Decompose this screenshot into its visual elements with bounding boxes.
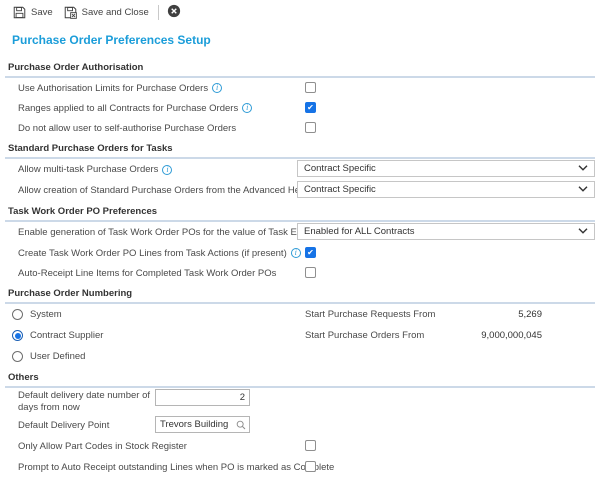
authorisation-limits-checkbox[interactable]: [305, 82, 316, 93]
start-purchase-orders-field: Start Purchase Orders From 9,000,000,045: [305, 330, 542, 341]
ranges-all-contracts-checkbox[interactable]: [305, 102, 316, 113]
pref-row-po-generation: Enable generation of Task Work Order POs…: [5, 222, 595, 243]
section-header-authorisation: Purchase Order Authorisation: [5, 59, 595, 78]
advanced-helpdesk-select[interactable]: Contract Specific: [297, 181, 595, 198]
info-icon[interactable]: [291, 248, 301, 258]
start-purchase-orders-value: 9,000,000,045: [481, 330, 542, 341]
delivery-days-input[interactable]: [155, 389, 250, 406]
page-title: Purchase Order Preferences Setup: [12, 33, 600, 47]
toolbar-separator: [158, 5, 159, 20]
multi-task-select[interactable]: Contract Specific: [297, 160, 595, 177]
field-label: Prompt to Auto Receipt outstanding Lines…: [18, 462, 334, 473]
chevron-down-icon: [578, 226, 588, 237]
numbering-row-user-defined: User Defined: [5, 346, 595, 367]
field-label: Auto-Receipt Line Items for Completed Ta…: [18, 268, 276, 279]
section-header-workorder: Task Work Order PO Preferences: [5, 203, 595, 222]
others-row-days: Default delivery date number of days fro…: [5, 388, 595, 414]
field-label: Start Purchase Requests From: [305, 309, 435, 320]
auto-receipt-items-checkbox[interactable]: [305, 267, 316, 278]
no-self-authorise-checkbox[interactable]: [305, 122, 316, 133]
save-and-close-button[interactable]: Save and Close: [60, 4, 156, 21]
field-label: Only Allow Part Codes in Stock Register: [18, 441, 187, 452]
radio-label: User Defined: [30, 351, 85, 362]
pref-row-authorisation-limits: Use Authorisation Limits for Purchase Or…: [5, 78, 595, 98]
numbering-row-system: System Start Purchase Requests From 5,26…: [5, 304, 595, 325]
chevron-down-icon: [578, 184, 588, 195]
field-label: Use Authorisation Limits for Purchase Or…: [18, 83, 208, 94]
field-label: Allow creation of Standard Purchase Orde…: [18, 185, 327, 196]
toolbar: Save Save and Close: [0, 0, 600, 24]
section-header-others: Others: [5, 369, 595, 388]
pref-row-no-self-authorise: Do not allow user to self-authorise Purc…: [5, 118, 595, 138]
section-header-tasks: Standard Purchase Orders for Tasks: [5, 140, 595, 159]
pref-row-advanced-helpdesk: Allow creation of Standard Purchase Orde…: [5, 180, 595, 201]
radio-contract-supplier[interactable]: [12, 330, 23, 341]
pref-row-po-lines-task-actions: Create Task Work Order PO Lines from Tas…: [5, 243, 595, 263]
field-label: Create Task Work Order PO Lines from Tas…: [18, 248, 287, 259]
field-label: Allow multi-task Purchase Orders: [18, 164, 158, 175]
prompt-auto-receipt-checkbox[interactable]: [305, 461, 316, 472]
po-generation-select[interactable]: Enabled for ALL Contracts: [297, 223, 595, 240]
field-label: Default Delivery Point: [18, 420, 109, 431]
others-row-prompt-auto-receipt: Prompt to Auto Receipt outstanding Lines…: [5, 457, 595, 478]
save-and-close-button-label: Save and Close: [82, 7, 149, 18]
field-label: Enable generation of Task Work Order POs…: [18, 227, 332, 238]
close-button[interactable]: [165, 2, 183, 23]
field-label: Do not allow user to self-authorise Purc…: [18, 123, 236, 134]
start-purchase-requests-value: 5,269: [518, 309, 542, 320]
info-icon[interactable]: [162, 165, 172, 175]
save-and-close-icon: [64, 6, 77, 19]
pref-row-auto-receipt-items: Auto-Receipt Line Items for Completed Ta…: [5, 263, 595, 283]
field-label: Start Purchase Orders From: [305, 330, 424, 341]
po-lines-task-actions-checkbox[interactable]: [305, 247, 316, 258]
radio-label: Contract Supplier: [30, 330, 103, 341]
save-icon: [13, 6, 26, 19]
delivery-point-input[interactable]: [155, 416, 250, 433]
field-label: Default delivery date number of days fro…: [18, 390, 152, 414]
field-label: Ranges applied to all Contracts for Purc…: [18, 103, 238, 114]
radio-system[interactable]: [12, 309, 23, 320]
info-icon[interactable]: [242, 103, 252, 113]
part-codes-checkbox[interactable]: [305, 440, 316, 451]
start-purchase-requests-field: Start Purchase Requests From 5,269: [305, 309, 542, 320]
pref-row-multi-task: Allow multi-task Purchase Orders Contrac…: [5, 159, 595, 180]
close-icon: [167, 4, 181, 21]
section-header-numbering: Purchase Order Numbering: [5, 285, 595, 304]
preferences-form: Purchase Order Authorisation Use Authori…: [0, 59, 600, 478]
save-button[interactable]: Save: [9, 4, 60, 21]
chevron-down-icon: [578, 163, 588, 174]
select-value: Contract Specific: [304, 163, 376, 174]
select-value: Enabled for ALL Contracts: [304, 226, 415, 237]
save-button-label: Save: [31, 7, 53, 18]
numbering-row-contract-supplier: Contract Supplier Start Purchase Orders …: [5, 325, 595, 346]
pref-row-ranges-all-contracts: Ranges applied to all Contracts for Purc…: [5, 98, 595, 118]
select-value: Contract Specific: [304, 184, 376, 195]
info-icon[interactable]: [212, 83, 222, 93]
others-row-delivery-point: Default Delivery Point: [5, 414, 595, 436]
radio-label: System: [30, 309, 62, 320]
radio-user-defined[interactable]: [12, 351, 23, 362]
